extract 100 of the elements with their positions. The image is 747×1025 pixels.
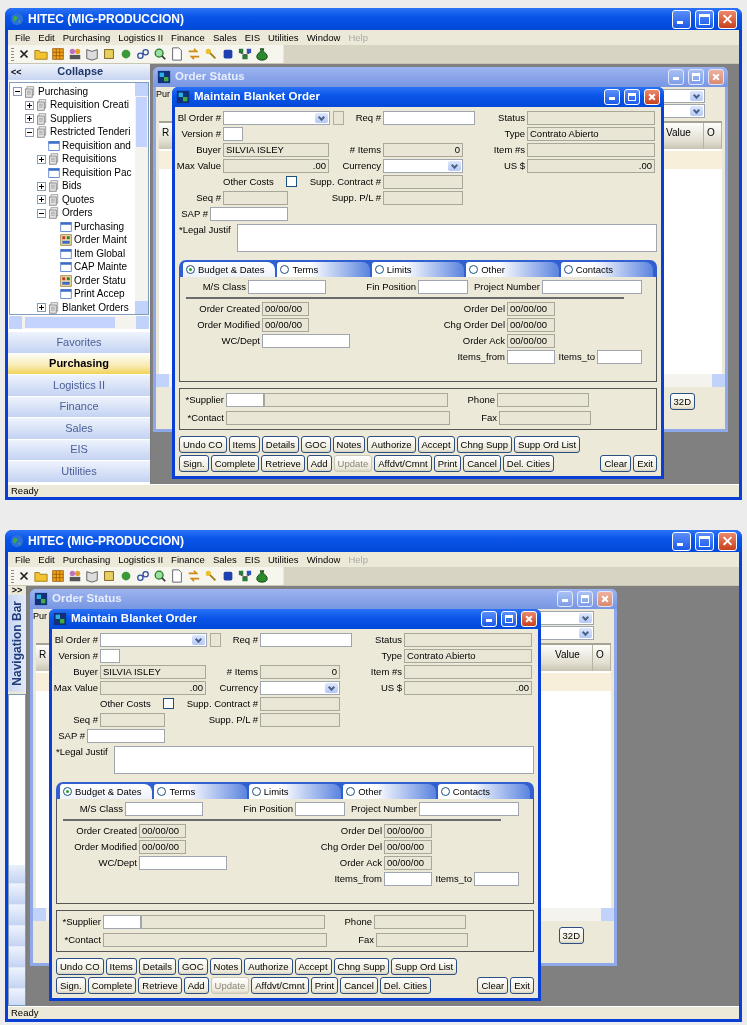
button[interactable]: Chng Supp <box>456 436 513 453</box>
tree-item[interactable]: Restricted Tenderi <box>50 126 131 139</box>
checkbox[interactable] <box>162 698 174 710</box>
button[interactable]: Details <box>261 436 299 453</box>
button[interactable]: Print <box>310 977 339 994</box>
tree-item[interactable]: Requisition Pac <box>62 166 132 179</box>
input-field[interactable] <box>100 649 120 663</box>
navigation-button[interactable]: Favorites <box>8 331 150 353</box>
tree-item[interactable]: Print Accep <box>74 288 125 301</box>
tree-item[interactable]: Bids <box>62 180 82 193</box>
expand-toggle[interactable] <box>37 181 46 191</box>
expand-toggle[interactable] <box>37 208 46 218</box>
tree-item[interactable]: CAP Mainte <box>74 261 128 274</box>
tab[interactable]: Budget & Dates <box>183 262 276 277</box>
expand-toggle[interactable] <box>25 100 34 110</box>
button[interactable]: Undo CO <box>179 436 227 453</box>
tree-item[interactable]: Orders <box>62 207 93 220</box>
tab[interactable]: Other <box>343 784 436 799</box>
button[interactable]: Supp Ord List <box>391 958 458 975</box>
navigation-button[interactable]: Utilities <box>8 460 150 482</box>
menu-item[interactable]: Utilities <box>264 553 303 566</box>
menu-item[interactable]: File <box>11 31 35 44</box>
button[interactable]: Authorize <box>244 958 293 975</box>
tree-item[interactable]: Requisitions <box>62 153 117 166</box>
tree-item[interactable]: Purchasing <box>74 220 125 233</box>
button[interactable]: GOC <box>300 436 331 453</box>
collapse-button[interactable]: << <box>8 67 25 77</box>
menu-item[interactable]: EIS <box>240 553 264 566</box>
tree-item[interactable]: Requisition and <box>62 139 131 152</box>
menu-item[interactable]: Edit <box>34 31 59 44</box>
button[interactable]: Clear <box>600 455 632 472</box>
tab[interactable]: Contacts <box>437 784 531 799</box>
menu-item[interactable]: Window <box>302 31 345 44</box>
tab[interactable]: Budget & Dates <box>60 784 153 799</box>
button[interactable]: Supp Ord List <box>514 436 581 453</box>
tree-item[interactable]: Requisition Creati <box>50 99 129 112</box>
text-area[interactable] <box>237 224 657 252</box>
button[interactable]: Cancel <box>340 977 378 994</box>
menu-item[interactable]: Logistics II <box>114 31 168 44</box>
navigation-button[interactable]: Finance <box>8 395 150 417</box>
text-area[interactable] <box>114 746 534 774</box>
expand-toggle[interactable] <box>37 195 46 205</box>
minimize-button[interactable] <box>557 591 573 607</box>
menu-item[interactable]: Finance <box>167 31 209 44</box>
button[interactable]: Notes <box>209 958 243 975</box>
button[interactable]: Add <box>183 977 209 994</box>
maximize-button[interactable] <box>688 69 704 85</box>
button[interactable]: Del. Cities <box>379 977 432 994</box>
menu-item[interactable]: File <box>11 553 35 566</box>
button[interactable]: Complete <box>87 977 137 994</box>
input-field[interactable] <box>139 856 227 870</box>
button[interactable]: Complete <box>210 455 260 472</box>
tab[interactable]: Terms <box>277 262 370 277</box>
menu-item[interactable]: Edit <box>34 553 59 566</box>
button[interactable]: Exit <box>510 977 534 994</box>
button[interactable]: Cancel <box>463 455 501 472</box>
button[interactable]: Add <box>306 455 332 472</box>
button[interactable]: Chng Supp <box>333 958 390 975</box>
tab[interactable]: Limits <box>371 262 465 277</box>
button[interactable]: Retrieve <box>138 977 182 994</box>
input-field[interactable] <box>597 350 642 364</box>
input-field[interactable] <box>419 802 519 816</box>
button[interactable]: Authorize <box>367 436 416 453</box>
input-field[interactable] <box>210 207 288 221</box>
input-field[interactable] <box>542 280 642 294</box>
menu-item[interactable]: Window <box>302 553 345 566</box>
navigation-button[interactable]: Purchasing <box>8 352 150 374</box>
button[interactable]: Sign. <box>56 977 86 994</box>
button[interactable]: Sign. <box>179 455 209 472</box>
navigation-button[interactable]: Sales <box>8 417 150 439</box>
button[interactable]: Notes <box>332 436 366 453</box>
maximize-button[interactable] <box>577 591 593 607</box>
input-field[interactable] <box>226 393 264 407</box>
dropdown-field[interactable] <box>260 681 340 695</box>
menu-item[interactable]: Sales <box>208 31 241 44</box>
input-field[interactable] <box>262 334 350 348</box>
expand-toggle[interactable] <box>37 154 46 164</box>
menu-item[interactable]: Logistics II <box>114 553 168 566</box>
navigation-button[interactable]: EIS <box>8 438 150 460</box>
button[interactable]: Affdvt/Cmnt <box>374 455 432 472</box>
input-field[interactable] <box>295 802 345 816</box>
button[interactable]: Accept <box>417 436 455 453</box>
button[interactable]: Details <box>138 958 176 975</box>
input-field[interactable] <box>474 872 519 886</box>
menu-item[interactable]: Purchasing <box>58 553 115 566</box>
dropdown-field[interactable] <box>100 633 207 647</box>
expand-toggle[interactable] <box>25 127 34 137</box>
button[interactable]: Undo CO <box>56 958 104 975</box>
button[interactable]: Exit <box>633 455 657 472</box>
input-field[interactable] <box>384 872 432 886</box>
small-field[interactable] <box>333 111 344 125</box>
button[interactable]: Affdvt/Cmnt <box>251 977 309 994</box>
input-field[interactable] <box>103 915 141 929</box>
expand-toggle[interactable] <box>25 114 34 124</box>
tree-item[interactable]: Order Maint <box>74 234 127 247</box>
input-field[interactable] <box>223 127 243 141</box>
button[interactable]: Accept <box>294 958 332 975</box>
tree-item[interactable]: Purchasing <box>38 85 89 98</box>
input-field[interactable] <box>248 280 326 294</box>
expand-toggle[interactable] <box>37 303 46 313</box>
